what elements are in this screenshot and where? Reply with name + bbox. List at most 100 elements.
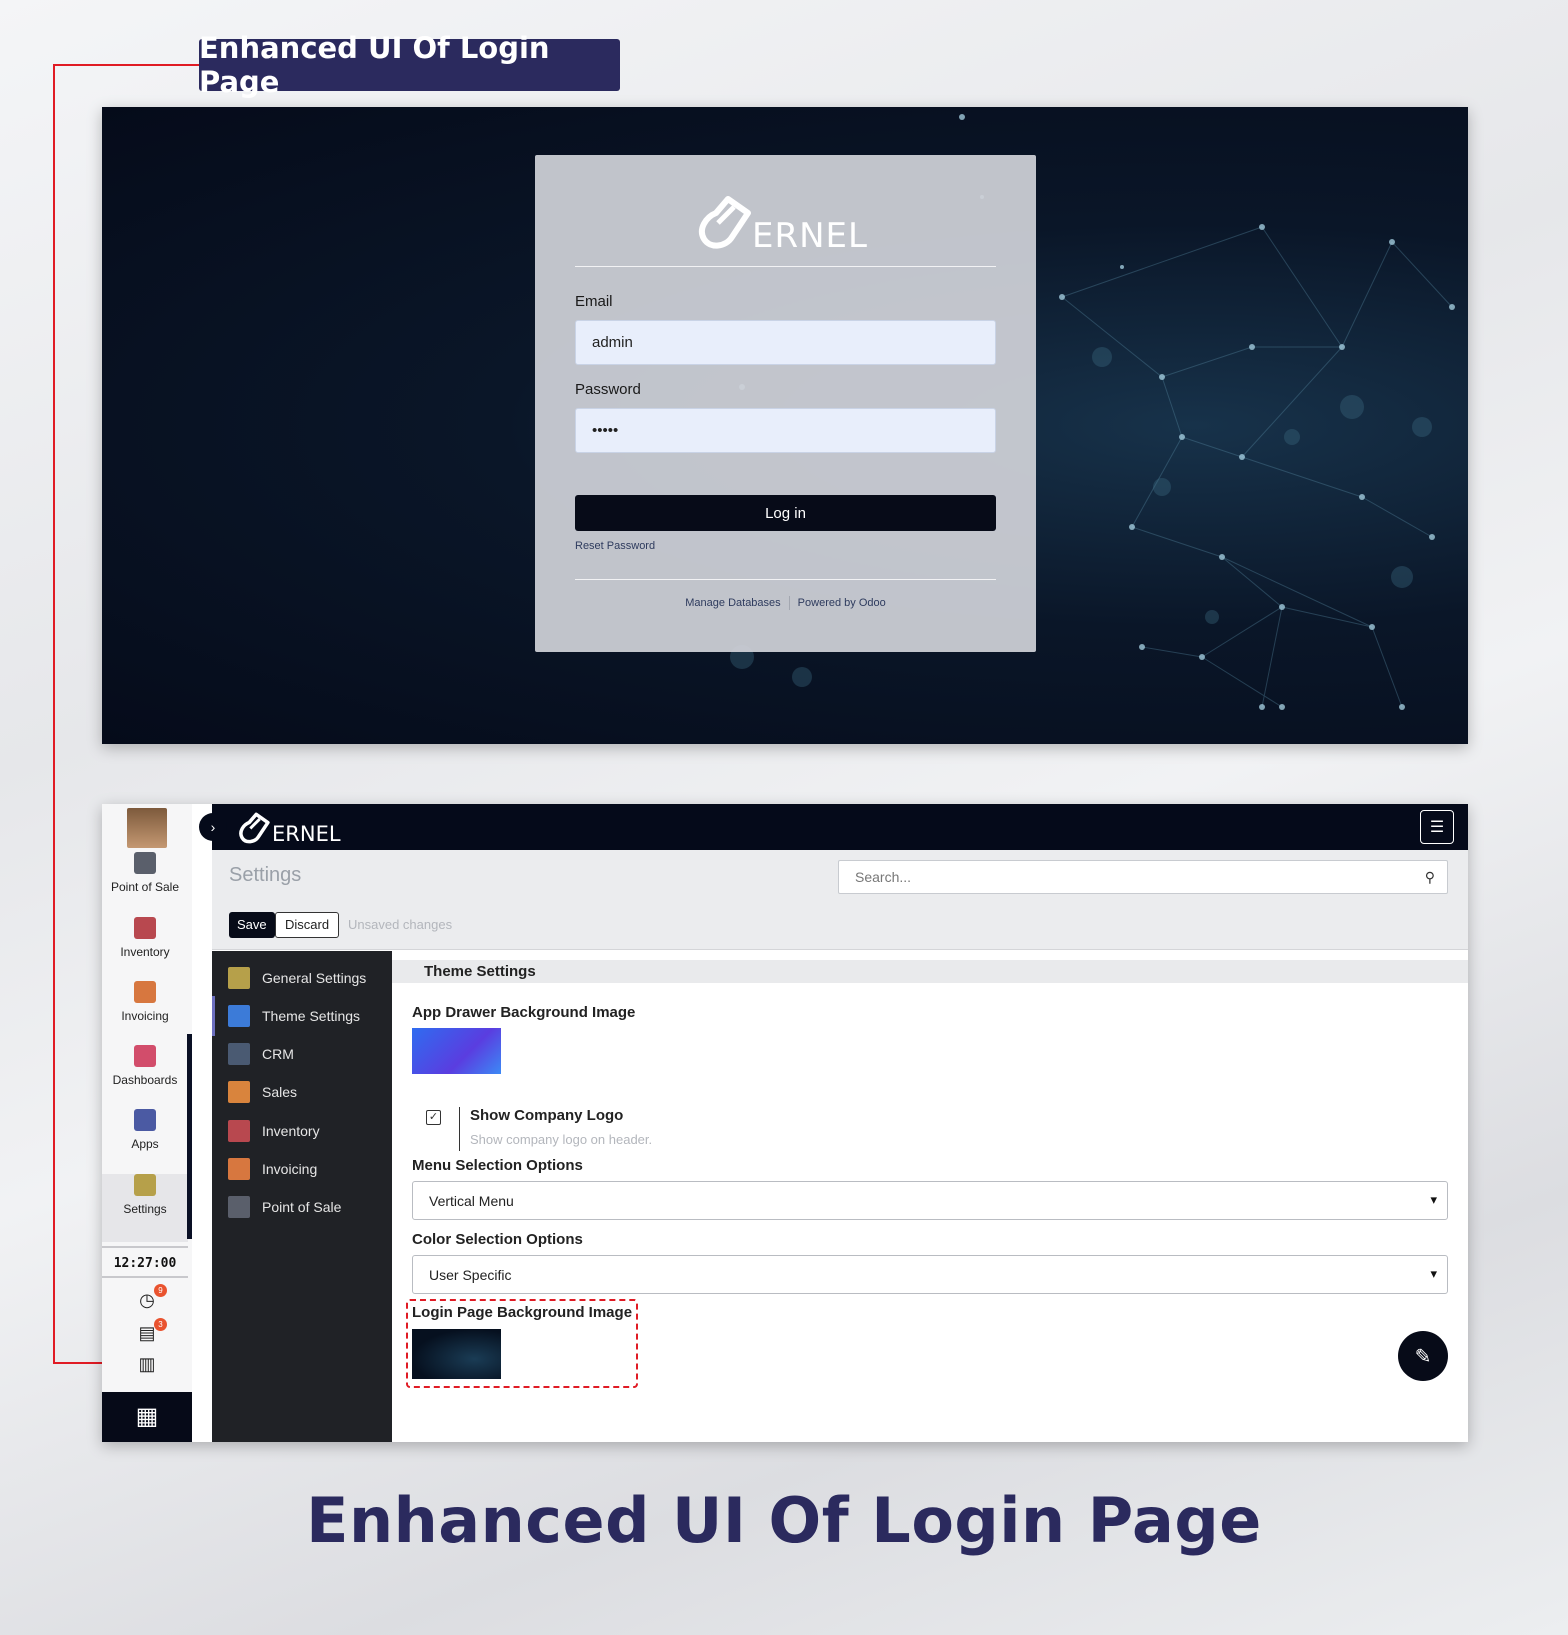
invoicing-icon <box>134 981 156 1003</box>
chevron-right-icon[interactable]: › <box>199 813 227 841</box>
sidebar-item-crm[interactable]: CRM <box>212 1034 392 1074</box>
app-inventory[interactable]: Inventory <box>102 917 188 959</box>
email-label: Email <box>575 293 613 310</box>
crm-icon <box>228 1043 250 1065</box>
invoicing-icon <box>228 1158 250 1180</box>
login-button[interactable]: Log in <box>575 495 996 531</box>
add-note-button[interactable]: ✎ <box>1398 1331 1448 1381</box>
app-drawer-label: App Drawer Background Image <box>412 1004 636 1021</box>
app-label: Apps <box>131 1137 159 1151</box>
apps-icon <box>134 1109 156 1131</box>
login-card: ERNEL Email admin Password ••••• Log in … <box>535 155 1036 652</box>
section-title: Theme Settings <box>392 960 1468 983</box>
kernel-logo: ERNEL <box>238 808 341 846</box>
menu-selection-label: Menu Selection Options <box>412 1157 583 1174</box>
show-logo-description: Show company logo on header. <box>470 1132 653 1147</box>
sidebar-item-invoicing[interactable]: Invoicing <box>212 1149 392 1189</box>
sidebar-item-label: Inventory <box>262 1123 320 1139</box>
app-settings[interactable]: Settings <box>102 1174 188 1216</box>
logo-divider <box>575 266 996 267</box>
color-selection-value: User Specific <box>429 1266 512 1283</box>
point-of-sale-icon <box>134 852 156 874</box>
password-label: Password <box>575 381 641 398</box>
footer-separator <box>788 596 790 610</box>
message-count-badge: 3 <box>154 1318 167 1331</box>
app-label: Settings <box>123 1202 167 1216</box>
sidebar-item-sales[interactable]: Sales <box>212 1072 392 1112</box>
login-footer: Manage Databases Powered by Odoo <box>535 596 1036 610</box>
note-add-icon: ✎ <box>1414 1345 1432 1368</box>
theme-customize-button[interactable]: ☰ <box>1420 810 1454 844</box>
sales-icon <box>228 1081 250 1103</box>
vertical-app-menu: Point of Sale Inventory Invoicing Dashbo… <box>102 804 192 1442</box>
inventory-icon <box>134 917 156 939</box>
password-field[interactable]: ••••• <box>575 408 996 453</box>
control-panel: Settings Search... ⚲ Save Discard Unsave… <box>212 850 1468 950</box>
reset-password-link[interactable]: Reset Password <box>575 540 655 552</box>
search-icon[interactable]: ⚲ <box>1425 869 1435 886</box>
avatar[interactable] <box>127 808 167 848</box>
app-label: Point of Sale <box>110 880 180 894</box>
top-navbar: ERNEL ☰ <box>212 804 1468 850</box>
settings-main: Theme Settings App Drawer Background Ima… <box>392 951 1468 1442</box>
show-logo-checkbox[interactable]: ✓ <box>426 1110 441 1125</box>
clock-display: 12:27:00 <box>102 1246 188 1278</box>
footer-title: Enhanced UI Of Login Page <box>306 1484 1262 1557</box>
point-of-sale-icon <box>228 1196 250 1218</box>
powered-by-link[interactable]: Powered by Odoo <box>798 597 886 609</box>
sidebar-item-label: Sales <box>262 1084 298 1100</box>
settings-icon <box>134 1174 156 1196</box>
search-input[interactable]: Search... ⚲ <box>838 860 1448 894</box>
unsaved-changes-label: Unsaved changes <box>348 917 453 932</box>
app-apps[interactable]: Apps <box>102 1109 188 1151</box>
discard-button[interactable]: Discard <box>275 912 340 938</box>
kernel-logo-text: ERNEL <box>272 822 341 846</box>
login-page-screenshot: ERNEL Email admin Password ••••• Log in … <box>102 107 1468 744</box>
app-drawer-image[interactable] <box>412 1028 501 1074</box>
chevron-down-icon: ▾ <box>1430 1266 1437 1281</box>
general-settings-icon <box>228 967 250 989</box>
sidebar-item-label: General Settings <box>262 970 367 986</box>
settings-page-screenshot: Point of Sale Inventory Invoicing Dashbo… <box>102 804 1468 1442</box>
email-field[interactable]: admin <box>575 320 996 365</box>
sidebar-item-point-of-sale[interactable]: Point of Sale <box>212 1187 392 1227</box>
menu-selection-value: Vertical Menu <box>429 1192 514 1209</box>
sidebar-item-theme-settings[interactable]: Theme Settings <box>212 996 392 1036</box>
sidebar-item-label: Theme Settings <box>262 1008 361 1024</box>
callout-connector-top <box>53 64 199 66</box>
app-dashboards[interactable]: Dashboards <box>102 1045 188 1087</box>
sliders-icon: ☰ <box>1429 819 1445 836</box>
app-point-of-sale[interactable]: Point of Sale <box>102 852 188 894</box>
sidebar-item-inventory[interactable]: Inventory <box>212 1111 392 1151</box>
color-selection-select[interactable]: User Specific ▾ <box>412 1255 1448 1294</box>
app-label: Inventory <box>120 945 170 959</box>
kernel-logo: ERNEL <box>698 193 878 253</box>
show-logo-label: Show Company Logo <box>470 1107 624 1124</box>
page-title: Settings <box>229 864 302 886</box>
kernel-logo-mark-icon <box>239 812 270 844</box>
chevron-down-icon: ▾ <box>1430 1192 1437 1207</box>
sidebar-item-label: CRM <box>262 1046 294 1062</box>
callout-badge: Enhanced UI Of Login Page <box>199 31 620 99</box>
setting-separator <box>459 1107 460 1151</box>
inventory-icon <box>228 1120 250 1142</box>
activity-count-badge: 9 <box>154 1284 167 1297</box>
app-invoicing[interactable]: Invoicing <box>102 981 188 1023</box>
save-button[interactable]: Save <box>229 912 275 938</box>
footer-divider <box>575 579 996 580</box>
sidebar-item-label: Point of Sale <box>262 1199 342 1215</box>
login-bg-label: Login Page Background Image <box>412 1304 633 1321</box>
kernel-logo-text: ERNEL <box>752 216 868 256</box>
app-label: Dashboards <box>112 1073 178 1087</box>
dashboards-icon <box>134 1045 156 1067</box>
login-bg-image[interactable] <box>412 1329 501 1379</box>
manage-databases-link[interactable]: Manage Databases <box>685 597 780 609</box>
sidebar-item-general-settings[interactable]: General Settings <box>212 958 392 998</box>
company-building-icon[interactable]: ▥ <box>136 1354 158 1374</box>
search-placeholder: Search... <box>855 869 912 885</box>
menu-selection-select[interactable]: Vertical Menu ▾ <box>412 1181 1448 1220</box>
kernel-logo-mark-icon <box>698 196 751 249</box>
theme-settings-icon <box>228 1005 250 1027</box>
callout-connector-vertical <box>53 64 55 1364</box>
app-drawer-button[interactable]: ▦ <box>102 1392 192 1442</box>
